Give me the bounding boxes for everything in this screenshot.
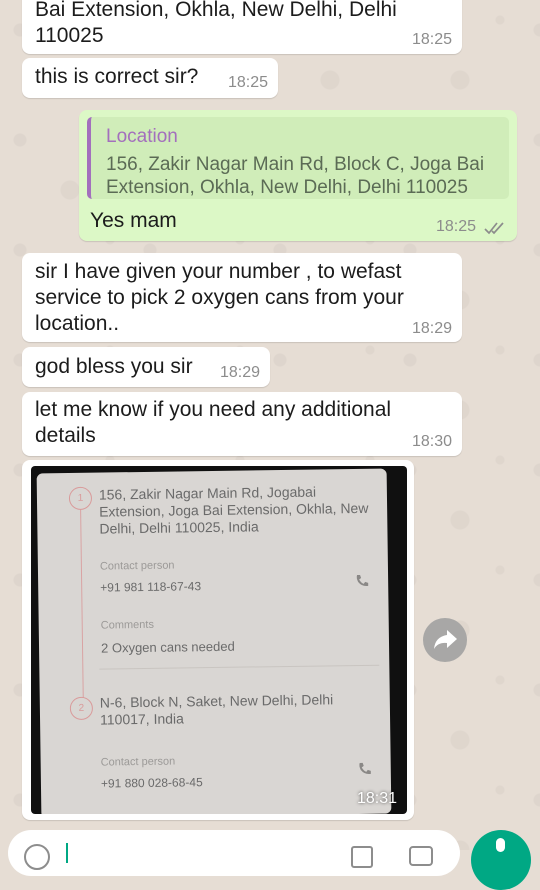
photo-content: 1 156, Zakir Nagar Main Rd, Jogabai Exte… xyxy=(36,468,392,814)
message-bubble-incoming[interactable]: let me know if you need any additional d… xyxy=(22,392,462,456)
stop2-address: N-6, Block N, Saket, New Delhi, Delhi 11… xyxy=(99,691,334,728)
comments-text: 2 Oxygen cans needed xyxy=(100,638,235,656)
photo-attachment[interactable]: 1 156, Zakir Nagar Main Rd, Jogabai Exte… xyxy=(31,466,407,814)
message-text: Bai Extension, Okhla, New Delhi, Delhi 1… xyxy=(35,0,397,47)
stop2-phone: +91 880 028-68-45 xyxy=(100,775,203,791)
phone-icon xyxy=(356,574,369,587)
contact-label: Contact person xyxy=(99,559,175,573)
message-bubble-incoming[interactable]: this is correct sir? 18:25 xyxy=(22,58,278,98)
text-cursor xyxy=(66,843,68,863)
stop-marker-2: 2 xyxy=(69,696,94,721)
message-time: 18:25 xyxy=(228,74,269,91)
contact-label: Contact person xyxy=(100,755,176,769)
quoted-title: Location xyxy=(106,126,178,147)
mic-button[interactable] xyxy=(471,830,531,890)
message-time: 18:25 xyxy=(411,31,452,48)
stop-marker-1: 1 xyxy=(68,486,93,511)
message-time: 18:29 xyxy=(220,364,261,381)
attach-icon[interactable] xyxy=(351,846,373,868)
camera-icon[interactable] xyxy=(409,846,433,866)
message-text: Yes mam xyxy=(90,209,177,232)
message-bubble-outgoing[interactable]: Location 156, Zakir Nagar Main Rd, Block… xyxy=(79,110,517,241)
message-text: sir I have given your number , to wefast… xyxy=(35,260,404,335)
message-bubble-incoming[interactable]: sir I have given your number , to wefast… xyxy=(22,253,462,342)
quoted-message[interactable]: Location 156, Zakir Nagar Main Rd, Block… xyxy=(87,117,509,199)
message-time: 18:31 xyxy=(356,790,397,807)
share-icon xyxy=(434,630,457,649)
route-line xyxy=(79,500,84,703)
divider xyxy=(99,664,380,670)
forward-button[interactable] xyxy=(423,618,467,662)
message-time: 18:29 xyxy=(411,320,452,337)
phone-icon xyxy=(359,762,371,774)
message-text: this is correct sir? xyxy=(35,65,199,88)
stop1-phone: +91 981 118-67-43 xyxy=(100,579,202,595)
stop1-address: 156, Zakir Nagar Main Rd, Jogabai Extens… xyxy=(98,483,369,537)
message-bubble-incoming[interactable]: Bai Extension, Okhla, New Delhi, Delhi 1… xyxy=(22,0,462,54)
message-bubble-incoming[interactable]: god bless you sir 18:29 xyxy=(22,347,270,387)
message-text: let me know if you need any additional d… xyxy=(35,398,392,447)
double-check-icon xyxy=(484,222,504,235)
message-time: 18:25 xyxy=(436,218,477,235)
message-input[interactable] xyxy=(8,830,460,876)
quoted-text: 156, Zakir Nagar Main Rd, Block C, Joga … xyxy=(106,154,485,198)
comments-label: Comments xyxy=(100,618,155,632)
message-text: god bless you sir xyxy=(35,355,193,378)
emoji-icon[interactable] xyxy=(24,844,50,870)
message-time: 18:30 xyxy=(411,433,452,450)
